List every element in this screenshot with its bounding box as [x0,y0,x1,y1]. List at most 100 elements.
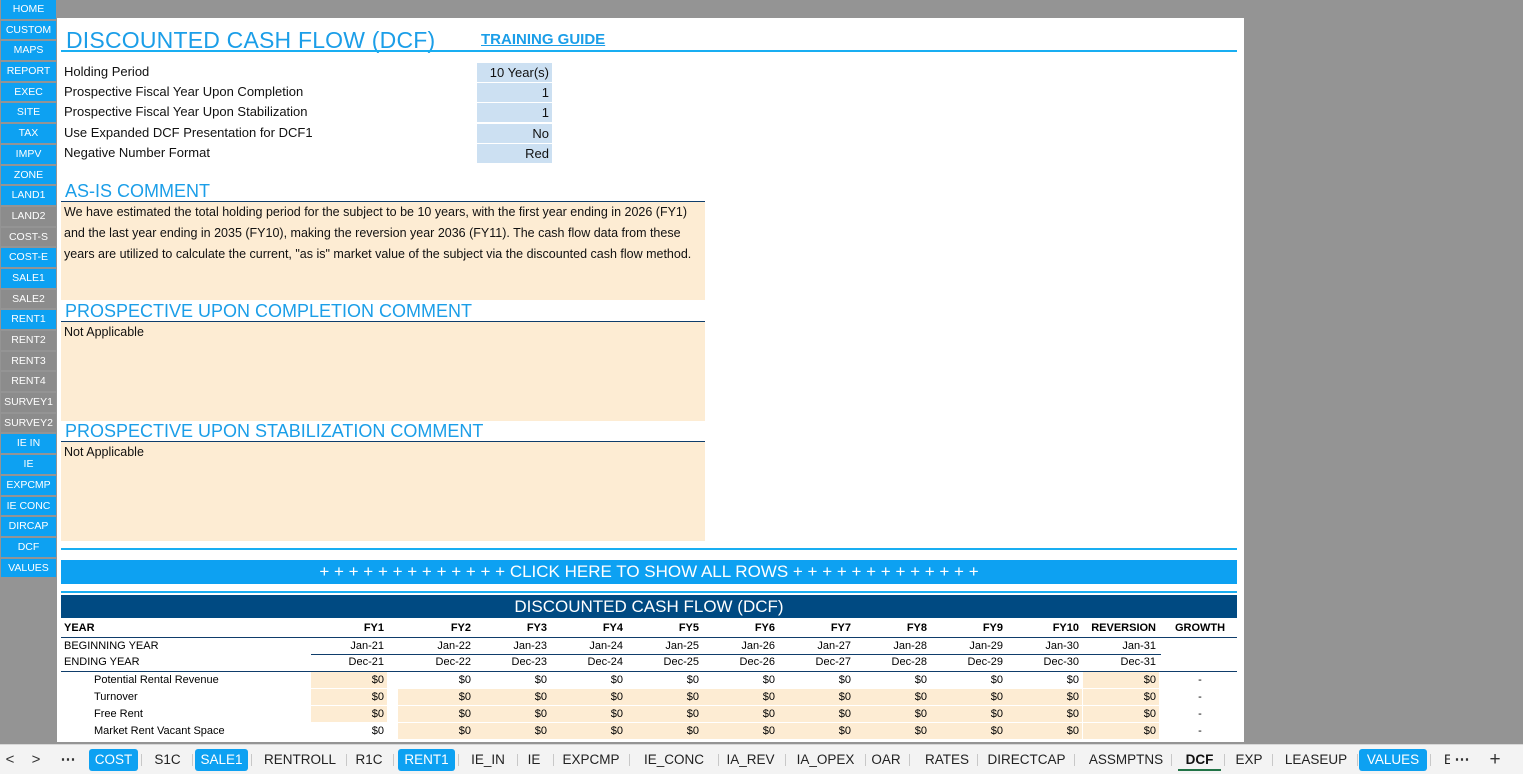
next-sheet-arrow-icon[interactable]: > [26,749,46,771]
value-cell: $0 [311,689,387,705]
sheet-tab-sale1[interactable]: SALE1 [195,749,248,771]
sheet-tab-oar[interactable]: OAR [866,749,906,771]
sheet-tab-rentroll[interactable]: RENTROLL [257,749,343,771]
nav-button-survey1[interactable]: SURVEY1 [1,393,56,412]
completion-comment-heading: PROSPECTIVE UPON COMPLETION COMMENT [65,301,473,321]
value-cell: $0 [398,723,474,739]
sheet-tab-ia_opex[interactable]: IA_OPEX [789,749,862,771]
more-sheets-left-icon[interactable]: ⋯ [58,749,78,771]
nav-button-ie-in[interactable]: IE IN [1,434,56,454]
sheet-tab-rates[interactable]: RATES [920,749,974,771]
value-cell: $0 [311,706,387,722]
tab-separator [458,754,459,766]
nav-button-cost-e[interactable]: COST-E [1,248,56,267]
nav-button-report[interactable]: REPORT [1,62,56,81]
sheet-tab-bar: < > ⋯ COST S1C SALE1 RENTROLL R1C RENT1 IE_IN I… [0,744,1523,774]
nav-button-home[interactable]: HOME [1,0,56,19]
nav-button-site[interactable]: SITE [1,103,56,123]
value-cell: $0 [686,674,699,686]
nav-button-impv[interactable]: IMPV [1,144,56,164]
show-all-rows-button[interactable]: + + + + + + + + + + + + + CLICK HERE TO … [61,560,1237,584]
sheet-tab-directcap[interactable]: DIRECTCAP [982,749,1071,771]
param-value-input[interactable]: No [477,124,552,143]
param-label: Holding Period [64,64,150,79]
sheet-tab-ie_in[interactable]: IE_IN [462,749,514,771]
growth-cell: - [1198,674,1202,686]
beginning-year-cell: Jan-31 [1122,640,1156,652]
title-divider [61,50,1237,52]
nav-button-rent2[interactable]: RENT2 [1,331,56,350]
sheet-tab-assmptns[interactable]: ASSMPTNS [1084,749,1168,771]
nav-button-land1[interactable]: LAND1 [1,186,56,205]
column-header: FY1 [363,622,384,634]
beginning-year-cell: Jan-30 [1045,640,1079,652]
sheet-tab-exp[interactable]: EXP [1229,749,1269,771]
nav-button-custom[interactable]: CUSTOM [1,20,56,40]
value-cell: $0 [626,706,702,722]
beginning-year-cell: Jan-22 [437,640,471,652]
nav-button-land2[interactable]: LAND2 [1,206,56,226]
nav-button-rent1[interactable]: RENT1 [1,310,56,329]
sheet-tab-expcmp[interactable]: EXPCMP [556,749,626,771]
sheet-tab-rent1[interactable]: RENT1 [398,749,455,771]
nav-button-ie[interactable]: IE [1,455,56,474]
sheet-tab-s1c[interactable]: S1C [146,749,189,771]
as-is-comment-heading: AS-IS COMMENT [65,181,211,201]
nav-button-values[interactable]: VALUES [1,558,56,578]
nav-button-expcmp[interactable]: EXPCMP [1,475,56,495]
param-value-input[interactable]: Red [477,144,552,163]
param-value-input[interactable]: 1 [477,103,552,122]
nav-button-survey2[interactable]: SURVEY2 [1,413,56,433]
sheet-tab-cost[interactable]: COST [89,749,138,771]
nav-button-cost-s[interactable]: COST-S [1,227,56,247]
stabilization-comment-box[interactable]: Not Applicable [61,442,705,541]
row-label: Market Rent Vacant Space [94,725,225,737]
value-cell: $0 [534,674,547,686]
value-cell: $0 [311,672,387,688]
completion-comment-box[interactable]: Not Applicable [61,322,705,421]
nav-button-dircap[interactable]: DIRCAP [1,517,56,536]
beginning-year-cell: Jan-27 [817,640,851,652]
value-cell: $0 [914,674,927,686]
ending-year-cell: Dec-28 [891,656,927,668]
ending-year-cell: Dec-25 [663,656,699,668]
nav-button-rent3[interactable]: RENT3 [1,351,56,371]
sheet-tab-dcf[interactable]: DCF [1178,749,1221,771]
training-guide-link[interactable]: TRAINING GUIDE [481,31,605,48]
nav-button-ie-conc[interactable]: IE CONC [1,496,56,516]
nav-button-sale1[interactable]: SALE1 [1,268,56,288]
row-label: Turnover [94,691,138,703]
sheet-tab-r1c[interactable]: R1C [348,749,390,771]
nav-button-maps[interactable]: MAPS [1,41,56,61]
ending-year-cell: Dec-31 [1120,656,1156,668]
as-is-comment-box[interactable]: We have estimated the total holding peri… [61,202,705,300]
nav-button-tax[interactable]: TAX [1,124,56,143]
nav-button-zone[interactable]: ZONE [1,165,56,185]
value-cell: $0 [854,723,930,739]
sheet-tab-ia_rev[interactable]: IA_REV [719,749,782,771]
sheet-tab-e[interactable]: E [1434,749,1450,771]
sheet-navigation: HOME CUSTOM MAPS REPORT EXEC SITE TAX IMPV ZONE L… [0,0,57,579]
tab-separator [553,754,554,766]
ending-year-cell: Dec-27 [815,656,851,668]
sheet-tab-values[interactable]: VALUES [1359,749,1427,771]
nav-button-exec[interactable]: EXEC [1,82,56,102]
more-sheets-right-icon[interactable]: ⋯ [1452,749,1472,771]
prev-sheet-arrow-icon[interactable]: < [0,749,20,771]
row-label: Free Rent [94,708,143,720]
nav-button-rent4[interactable]: RENT4 [1,372,56,392]
value-cell: $0 [610,674,623,686]
value-cell: $0 [626,689,702,705]
tab-separator [1171,754,1172,766]
param-value-input[interactable]: 1 [477,83,552,102]
sheet-tab-leaseup[interactable]: LEASEUP [1278,749,1354,771]
ending-year-cell: Dec-23 [511,656,547,668]
sheet-tab-ie[interactable]: IE [518,749,550,771]
nav-button-dcf[interactable]: DCF [1,537,56,557]
sheet-tab-ie_conc[interactable]: IE_CONC [633,749,715,771]
nav-button-sale2[interactable]: SALE2 [1,289,56,309]
param-value-input[interactable]: 10 Year(s) [477,63,552,82]
add-sheet-icon[interactable]: + [1485,749,1505,771]
beginning-year-cell: Jan-26 [741,640,775,652]
column-header: FY8 [906,622,927,634]
